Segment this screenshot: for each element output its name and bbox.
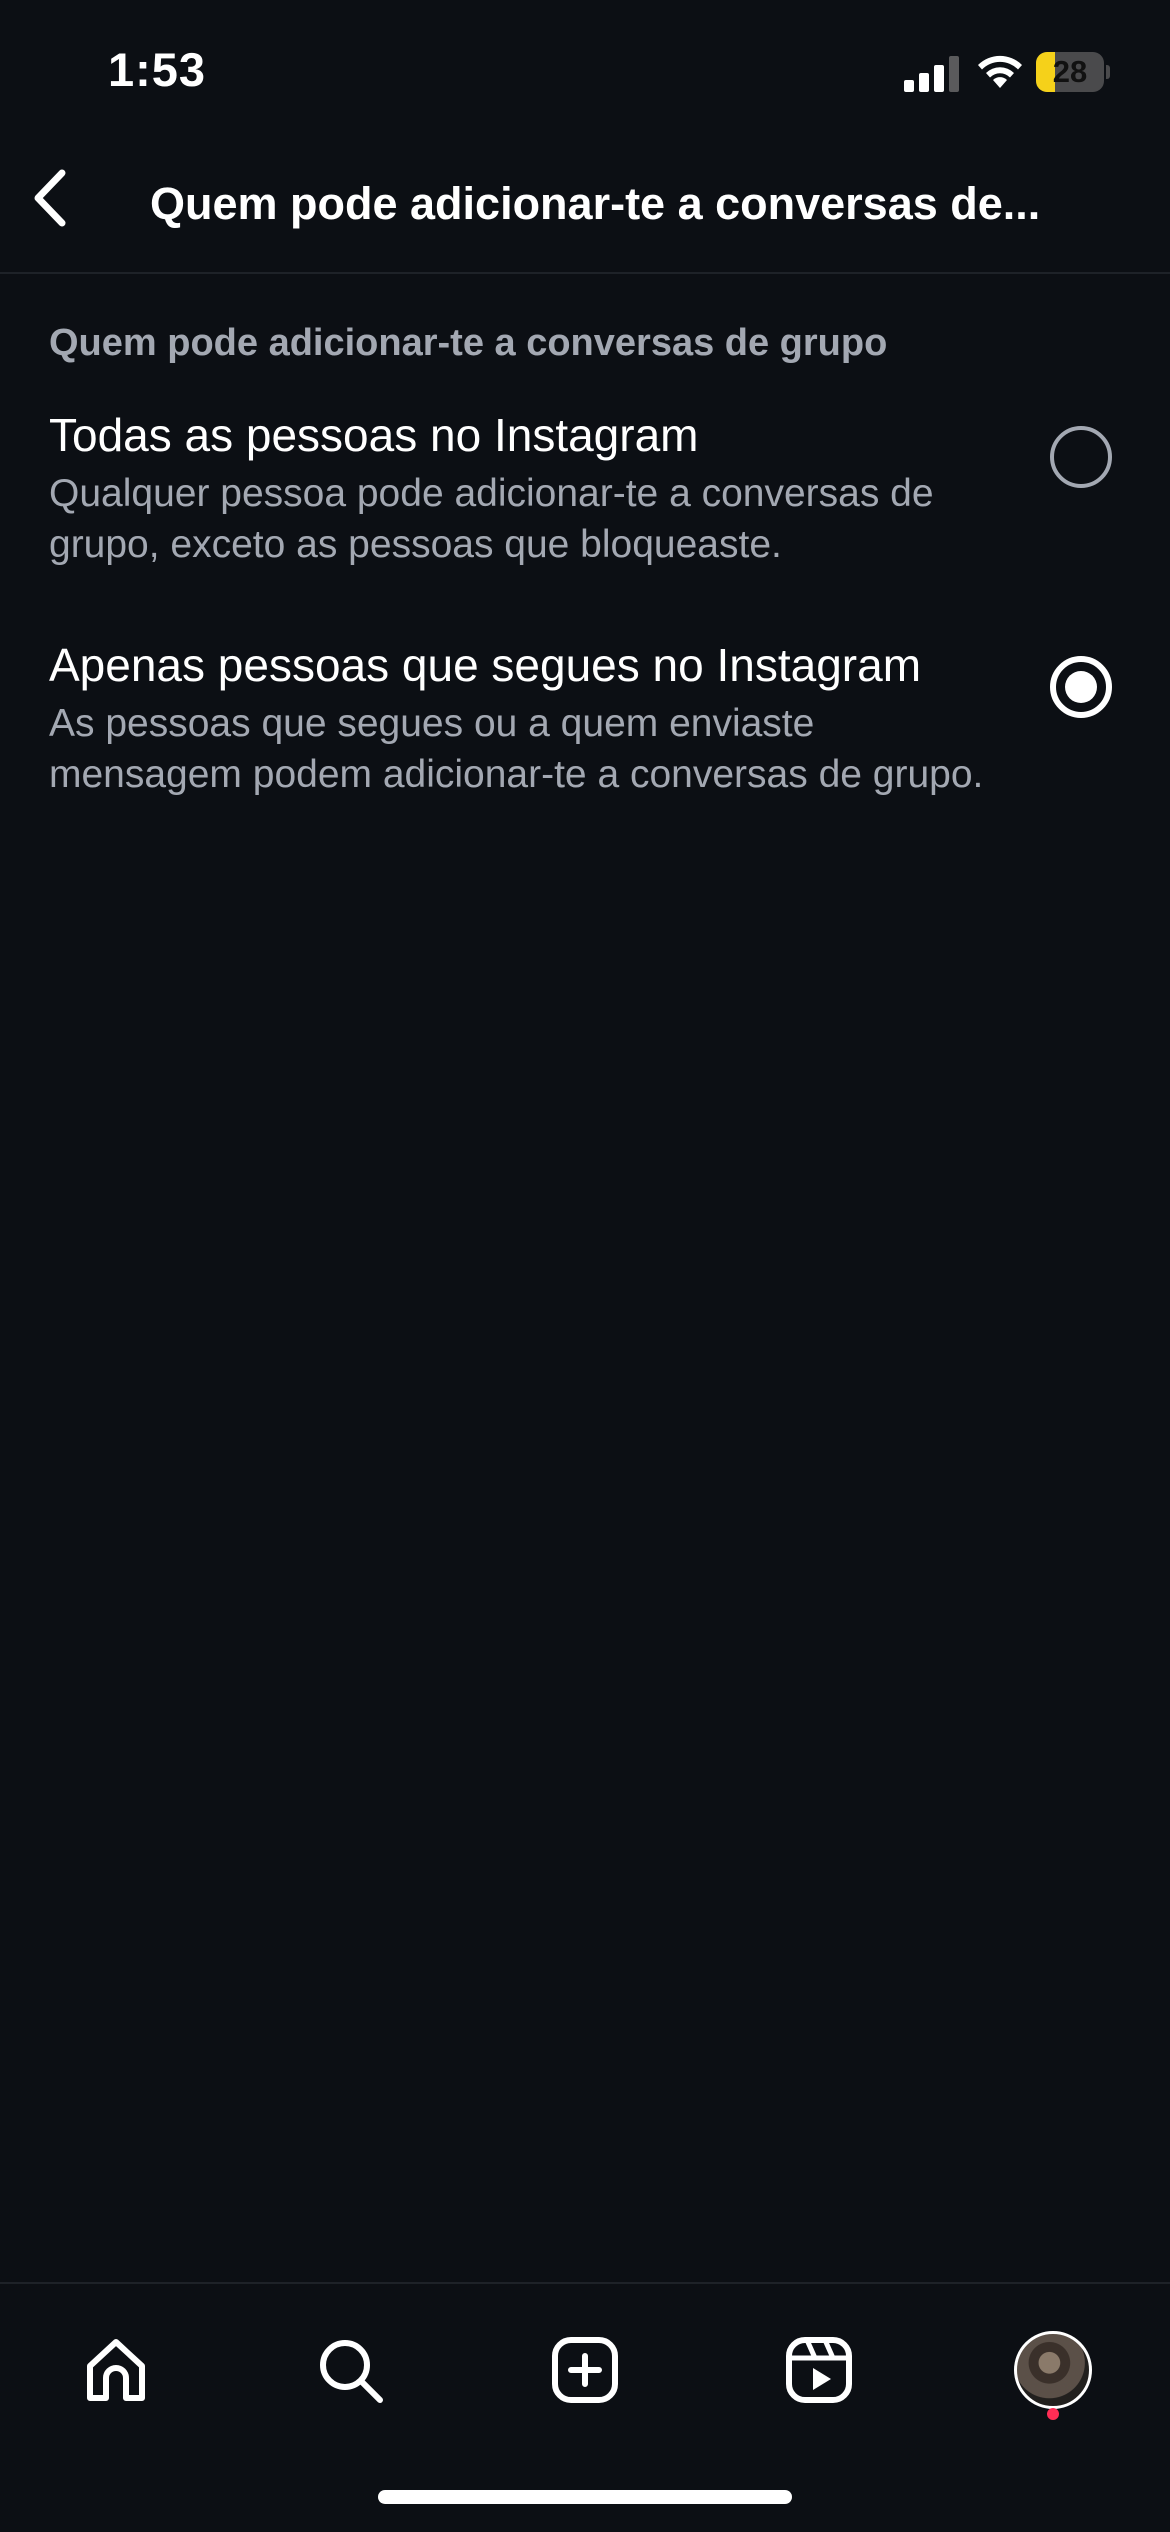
search-icon [320, 2340, 383, 2403]
back-button[interactable] [14, 162, 86, 234]
notification-dot [1047, 2408, 1059, 2420]
page-title: Quem pode adicionar-te a conversas de... [150, 178, 1041, 229]
battery-indicator: 28 [1036, 52, 1110, 92]
section-title: Quem pode adicionar-te a conversas de gr… [49, 322, 888, 364]
cellular-signal-icon [904, 56, 959, 92]
option-description: As pessoas que segues ou a quem enviaste… [49, 702, 984, 796]
tab-create[interactable] [535, 2320, 635, 2420]
wifi-icon [978, 55, 1022, 88]
battery-level: 28 [1052, 54, 1088, 89]
option-title: Todas as pessoas no Instagram [49, 409, 699, 461]
radio-following-only-selected[interactable] [1050, 656, 1112, 718]
chevron-left-icon [34, 169, 66, 227]
nav-header: Quem pode adicionar-te a conversas de... [0, 140, 1170, 274]
home-icon [87, 2339, 145, 2401]
status-time: 1:53 [108, 43, 207, 96]
option-description: Qualquer pessoa pode adicionar-te a conv… [49, 472, 934, 566]
status-bar: 1:53 28 [0, 0, 1170, 140]
tab-reels[interactable] [769, 2320, 869, 2420]
reels-icon [786, 2337, 852, 2403]
tab-profile[interactable] [1003, 2320, 1103, 2420]
create-icon [552, 2337, 618, 2403]
screen: 1:53 28 Quem pode adicionar-te a convers… [0, 0, 1170, 2532]
tab-search[interactable] [300, 2320, 400, 2420]
radio-everyone[interactable] [1050, 426, 1112, 488]
home-indicator [378, 2490, 792, 2504]
tab-home[interactable] [66, 2320, 166, 2420]
option-title: Apenas pessoas que segues no Instagram [49, 639, 922, 691]
profile-avatar [1014, 2331, 1092, 2409]
